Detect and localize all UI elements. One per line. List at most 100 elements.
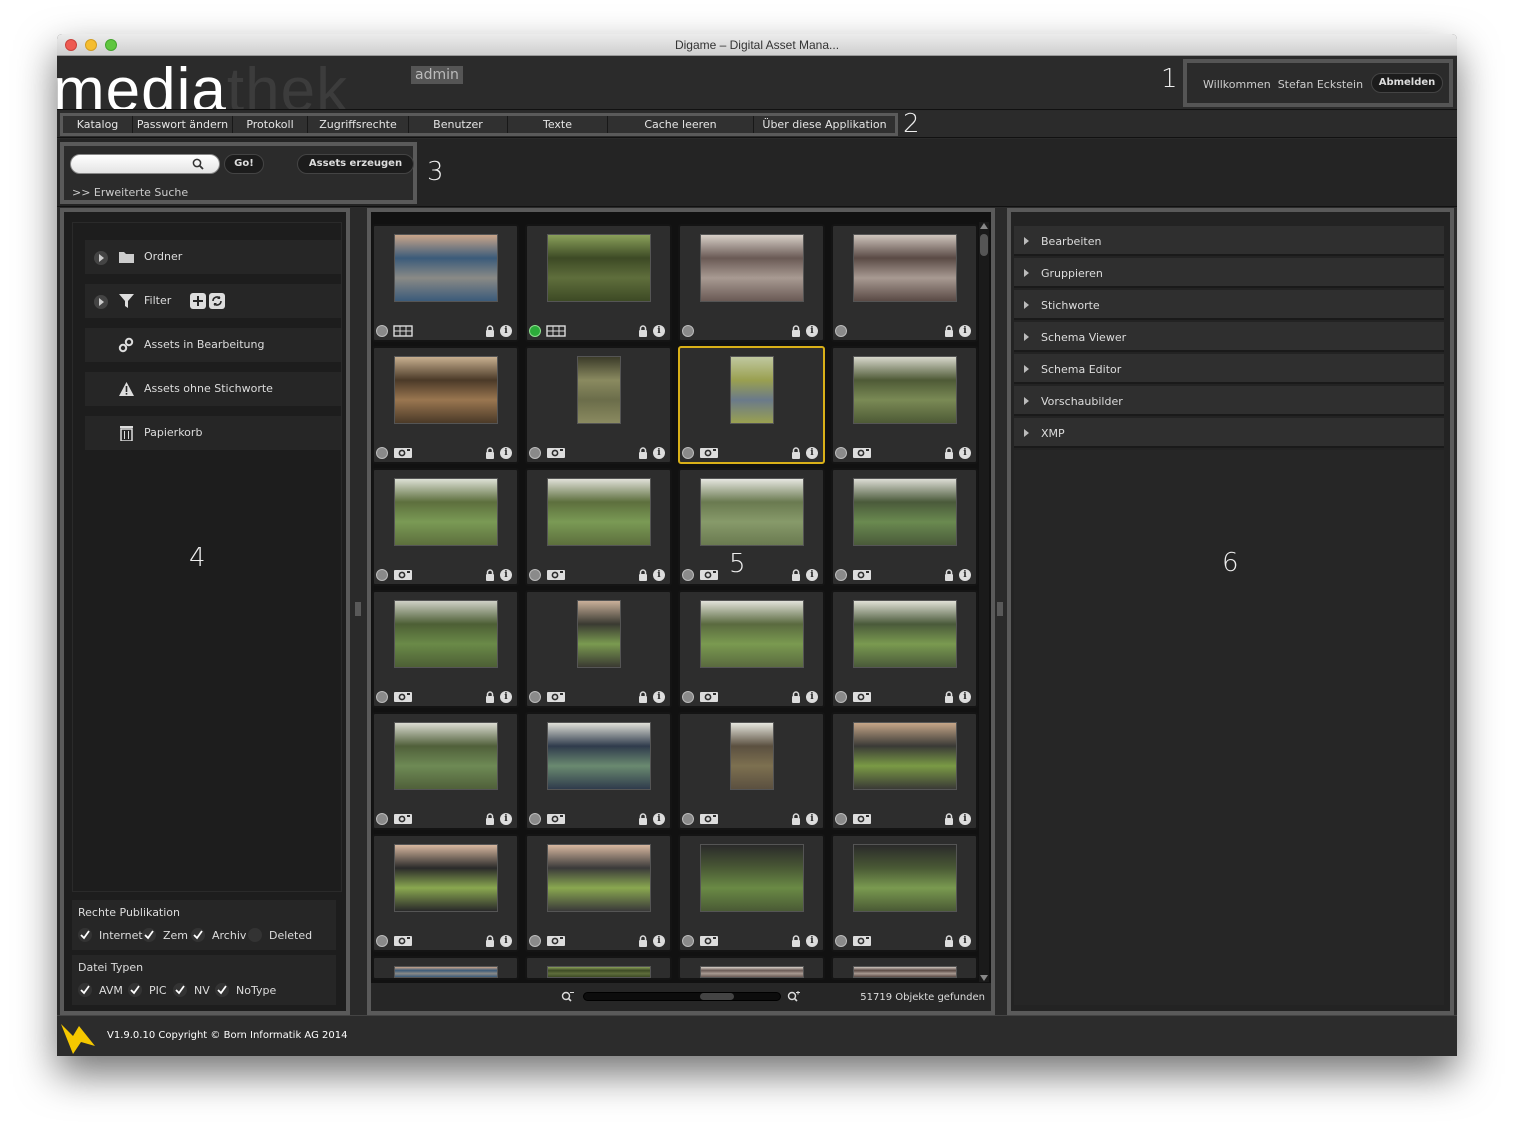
asset-preview-image[interactable]	[700, 478, 804, 546]
checkbox-deleted[interactable]	[248, 928, 262, 942]
refresh-filter-icon[interactable]	[209, 293, 225, 309]
asset-preview-image[interactable]	[700, 966, 804, 978]
info-icon[interactable]: i	[653, 447, 665, 459]
info-icon[interactable]: i	[806, 447, 818, 459]
lock-icon[interactable]	[485, 569, 495, 581]
asset-thumbnail[interactable]: i	[372, 224, 519, 342]
asset-thumbnail[interactable]: i	[831, 834, 978, 952]
asset-thumbnail[interactable]: i	[678, 590, 825, 708]
info-icon[interactable]: i	[806, 935, 818, 947]
asset-preview-image[interactable]	[547, 478, 651, 546]
info-icon[interactable]: i	[959, 691, 971, 703]
info-icon[interactable]: i	[653, 325, 665, 337]
panel-stichworte[interactable]: Stichworte	[1014, 290, 1444, 320]
select-radio[interactable]	[682, 325, 694, 337]
logout-button[interactable]: Abmelden	[1371, 73, 1443, 93]
lock-icon[interactable]	[638, 569, 648, 581]
minimize-window-button[interactable]	[85, 39, 97, 51]
create-assets-button[interactable]: Assets erzeugen	[297, 154, 414, 174]
asset-thumbnail[interactable]: i	[831, 590, 978, 708]
asset-thumbnail[interactable]: i	[678, 834, 825, 952]
checkbox-zem[interactable]	[142, 928, 156, 942]
lock-icon[interactable]	[791, 325, 801, 337]
menu-item-about[interactable]: Über diese Applikation	[754, 116, 895, 133]
select-radio[interactable]	[529, 325, 541, 337]
asset-thumbnail[interactable]: i	[525, 224, 672, 342]
asset-thumbnail[interactable]	[831, 956, 978, 980]
info-icon[interactable]: i	[500, 935, 512, 947]
asset-thumbnail[interactable]	[525, 956, 672, 980]
zoom-slider[interactable]	[583, 992, 781, 1001]
select-radio[interactable]	[376, 447, 388, 459]
info-icon[interactable]: i	[959, 569, 971, 581]
zoom-window-button[interactable]	[105, 39, 117, 51]
panel-schema-editor[interactable]: Schema Editor	[1014, 354, 1444, 384]
zoom-in-icon[interactable]	[787, 991, 801, 1003]
asset-preview-image[interactable]	[853, 478, 957, 546]
menu-item-texte[interactable]: Texte	[508, 116, 608, 133]
menu-item-protokoll[interactable]: Protokoll	[233, 116, 308, 133]
asset-thumbnail[interactable]: i	[678, 224, 825, 342]
asset-preview-image[interactable]	[394, 722, 498, 790]
zoom-slider-thumb[interactable]	[700, 993, 734, 1000]
asset-preview-image[interactable]	[730, 722, 774, 790]
asset-preview-image[interactable]	[394, 356, 498, 424]
left-splitter[interactable]	[353, 208, 363, 1015]
select-radio[interactable]	[376, 935, 388, 947]
select-radio[interactable]	[835, 447, 847, 459]
asset-preview-image[interactable]	[853, 722, 957, 790]
lock-icon[interactable]	[944, 935, 954, 947]
info-icon[interactable]: i	[653, 813, 665, 825]
select-radio[interactable]	[529, 935, 541, 947]
asset-preview-image[interactable]	[547, 966, 651, 978]
asset-preview-image[interactable]	[853, 844, 957, 912]
asset-thumbnail[interactable]: i	[831, 712, 978, 830]
select-radio[interactable]	[835, 569, 847, 581]
lock-icon[interactable]	[791, 447, 801, 459]
select-radio[interactable]	[529, 569, 541, 581]
panel-xmp[interactable]: XMP	[1014, 418, 1444, 448]
info-icon[interactable]: i	[653, 691, 665, 703]
scroll-up-icon[interactable]	[980, 222, 988, 230]
lock-icon[interactable]	[944, 691, 954, 703]
scrollbar-thumb[interactable]	[980, 234, 988, 256]
zoom-out-icon[interactable]	[561, 991, 575, 1003]
info-icon[interactable]: i	[500, 569, 512, 581]
lock-icon[interactable]	[485, 325, 495, 337]
menu-item-cache[interactable]: Cache leeren	[608, 116, 754, 133]
select-radio[interactable]	[682, 935, 694, 947]
lock-icon[interactable]	[944, 813, 954, 825]
lock-icon[interactable]	[485, 691, 495, 703]
checkbox-avm[interactable]	[78, 983, 92, 997]
nav-item-in-bearbeitung[interactable]: Assets in Bearbeitung	[85, 328, 341, 362]
menu-item-katalog[interactable]: Katalog	[63, 116, 133, 133]
info-icon[interactable]: i	[806, 569, 818, 581]
nav-item-ohne-stichworte[interactable]: Assets ohne Stichworte	[85, 372, 341, 406]
asset-preview-image[interactable]	[547, 844, 651, 912]
info-icon[interactable]: i	[653, 569, 665, 581]
panel-gruppieren[interactable]: Gruppieren	[1014, 258, 1444, 288]
add-filter-icon[interactable]	[190, 293, 206, 309]
asset-thumbnail[interactable]: i	[678, 712, 825, 830]
select-radio[interactable]	[376, 813, 388, 825]
asset-thumbnail[interactable]: i	[372, 468, 519, 586]
checkbox-nv[interactable]	[173, 983, 187, 997]
asset-preview-image[interactable]	[730, 356, 774, 424]
nav-item-filter[interactable]: Filter	[85, 284, 341, 318]
asset-thumbnail[interactable]: i	[372, 590, 519, 708]
asset-thumbnail[interactable]: i	[525, 346, 672, 464]
select-radio[interactable]	[682, 691, 694, 703]
asset-preview-image[interactable]	[394, 234, 498, 302]
select-radio[interactable]	[376, 569, 388, 581]
panel-vorschaubilder[interactable]: Vorschaubilder	[1014, 386, 1444, 416]
select-radio[interactable]	[682, 813, 694, 825]
asset-preview-image[interactable]	[700, 600, 804, 668]
checkbox-archiv[interactable]	[191, 928, 205, 942]
info-icon[interactable]: i	[653, 935, 665, 947]
nav-item-papierkorb[interactable]: Papierkorb	[85, 416, 341, 450]
info-icon[interactable]: i	[806, 325, 818, 337]
info-icon[interactable]: i	[806, 691, 818, 703]
select-radio[interactable]	[835, 691, 847, 703]
select-radio[interactable]	[529, 813, 541, 825]
scroll-down-icon[interactable]	[980, 974, 988, 982]
